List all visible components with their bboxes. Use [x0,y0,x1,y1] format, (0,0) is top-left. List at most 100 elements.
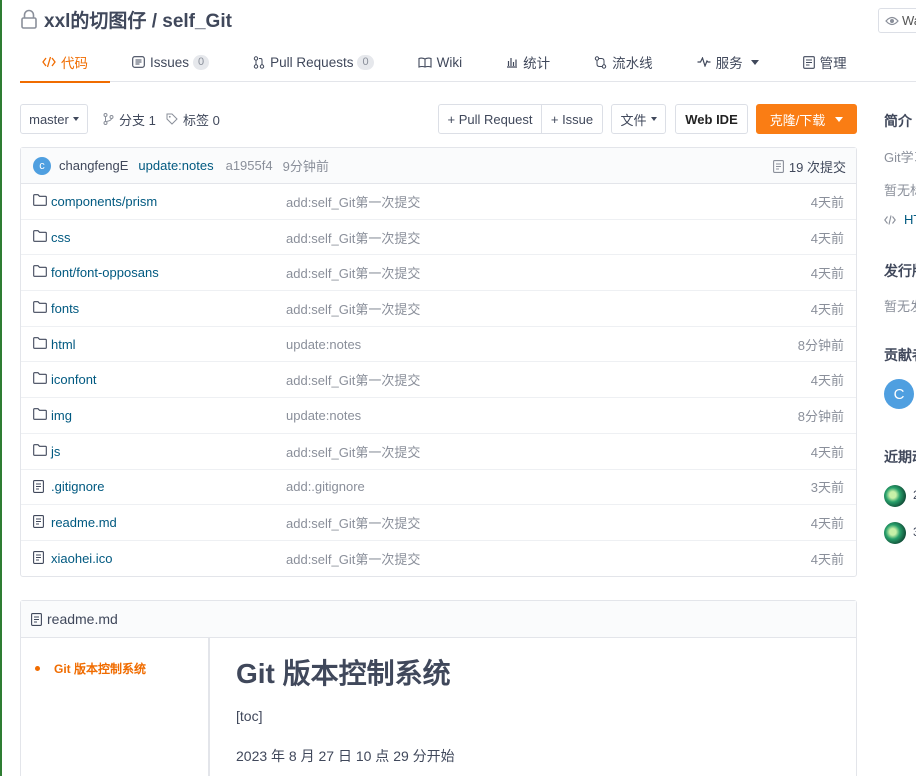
file-icon-wrap [33,550,44,567]
file-row[interactable]: readme.md add:self_Git第一次提交 4天前 [21,505,856,541]
branch-select[interactable]: master [20,104,88,134]
file-name-link[interactable]: fonts [51,301,79,316]
tags-link[interactable]: 标签 0 [166,104,220,134]
repo-title[interactable]: xxl的切图仔 / self_Git [44,6,232,33]
file-commit-message[interactable]: add:self_Git第一次提交 [286,513,420,532]
tab-service[interactable]: 服务 [675,42,781,82]
folder-icon [33,408,47,420]
new-pull-request-button[interactable]: + Pull Request [438,104,542,134]
readme-heading: Git 版本控制系统 [236,658,451,689]
file-name-link[interactable]: css [51,230,71,245]
readme-panel: readme.md Git 版本控制系统 Git 版本控制系统 [toc] 20… [20,600,857,776]
contributor-avatar[interactable]: C [884,379,914,409]
stats-icon [507,58,518,68]
chevron-down-icon [72,117,79,121]
tab-manage[interactable]: 管理 [781,42,869,82]
file-name-link[interactable]: iconfont [51,372,97,387]
file-row[interactable]: fonts add:self_Git第一次提交 4天前 [21,291,856,327]
commit-author[interactable]: changfengE [59,158,128,173]
latest-commit-bar: c changfengE update:notes a1955f4 9分钟前 1… [21,148,856,184]
pull-request-icon [253,55,265,69]
file-name-link[interactable]: img [51,408,72,423]
file-row[interactable]: iconfont add:self_Git第一次提交 4天前 [21,362,856,399]
commit-count-label: 19 次提交 [788,159,846,175]
file-name-link[interactable]: js [51,444,60,459]
tab-wiki[interactable]: Wiki [396,42,485,82]
web-ide-button[interactable]: Web IDE [675,104,748,134]
commit-message[interactable]: update:notes [138,158,213,173]
language-link[interactable]: HT [884,212,916,227]
file-name-link[interactable]: components/prism [51,194,157,209]
file-commit-message[interactable]: add:self_Git第一次提交 [286,228,420,247]
tab-pipeline[interactable]: 流水线 [572,42,675,82]
folder-icon [33,229,47,242]
repo-tabs: 代码 Issues 0 Pull Requests 0 Wiki 统计 流水线 … [20,42,916,83]
file-commit-message[interactable]: add:.gitignore [286,479,365,494]
tab-pull-requests[interactable]: Pull Requests 0 [231,42,395,82]
file-name-link[interactable]: xiaohei.ico [51,551,112,566]
folder-icon [33,372,47,385]
tab-pull-requests-label: Pull Requests [270,54,354,70]
file-commit-message[interactable]: add:self_Git第一次提交 [286,263,420,282]
file-commit-message[interactable]: add:self_Git第一次提交 [286,370,420,389]
chevron-down-icon [835,116,844,122]
file-commit-message[interactable]: add:self_Git第一次提交 [286,299,420,318]
file-row[interactable]: xiaohei.ico add:self_Git第一次提交 4天前 [21,541,856,577]
file-row[interactable]: img update:notes 8分钟前 [21,398,856,434]
tab-code-label: 代码 [61,56,88,71]
file-commit-time: 4天前 [810,516,844,532]
manage-icon [802,55,815,69]
file-commit-time: 8分钟前 [797,408,844,424]
toc-item[interactable]: Git 版本控制系统 [35,660,146,677]
wiki-icon [418,57,432,68]
folder-icon [33,194,47,206]
file-name-link[interactable]: readme.md [51,515,117,530]
file-commit-time: 3天前 [810,480,844,496]
file-row[interactable]: font/font-opposans add:self_Git第一次提交 4天前 [21,255,856,292]
clone-download-button[interactable]: 克隆/下载 [756,104,857,134]
web-ide-label: Web IDE [685,111,738,127]
releases-heading: 发行版 [884,263,916,279]
file-commit-message[interactable]: add:self_Git第一次提交 [286,192,420,211]
folder-icon-wrap [33,408,47,423]
tab-issues[interactable]: Issues 0 [110,42,231,82]
file-commit-message[interactable]: update:notes [286,408,361,423]
file-row[interactable]: js add:self_Git第一次提交 4天前 [21,434,856,470]
folder-icon [33,301,47,313]
file-commit-time: 4天前 [810,194,844,210]
file-label: 文件 [620,112,647,128]
file-name-link[interactable]: html [51,337,76,352]
contributors-heading: 贡献者 [884,347,916,363]
file-row[interactable]: css add:self_Git第一次提交 4天前 [21,220,856,256]
tab-stats[interactable]: 统计 [484,42,572,82]
tag-icon [166,113,178,125]
new-issue-label: + Issue [550,111,594,127]
file-row[interactable]: .gitignore add:.gitignore 3天前 [21,470,856,506]
file-dropdown-button[interactable]: 文件 [611,104,666,134]
readme-paragraph: [toc] [236,708,263,724]
folder-icon [33,336,47,349]
new-issue-button[interactable]: + Issue [541,104,603,134]
branch-label: master [29,111,69,127]
file-commit-message[interactable]: add:self_Git第一次提交 [286,442,420,461]
folder-icon-wrap [33,301,47,316]
commit-sha[interactable]: a1955f4 [226,158,273,173]
activity-avatar[interactable] [884,522,906,544]
file-commit-message[interactable]: add:self_Git第一次提交 [286,549,420,568]
file-name-link[interactable]: font/font-opposans [51,265,159,280]
activity-avatar[interactable] [884,485,906,507]
file-row[interactable]: components/prism add:self_Git第一次提交 4天前 [21,184,856,220]
file-icon-wrap [33,515,44,531]
file-name-link[interactable]: .gitignore [51,479,104,494]
pipeline-icon [594,55,607,69]
author-avatar[interactable]: c [33,156,51,175]
pull-requests-count-badge: 0 [357,54,374,70]
commit-count-link[interactable]: 19 次提交 [772,148,846,184]
branches-link[interactable]: 分支 1 [103,104,156,134]
no-tags-text: 暂无标 [884,183,916,198]
file-row[interactable]: html update:notes 8分钟前 [21,327,856,363]
folder-icon-wrap [33,194,47,209]
file-commit-message[interactable]: update:notes [286,337,361,352]
file-icon-wrap [33,479,44,496]
tab-code[interactable]: 代码 [20,42,110,83]
